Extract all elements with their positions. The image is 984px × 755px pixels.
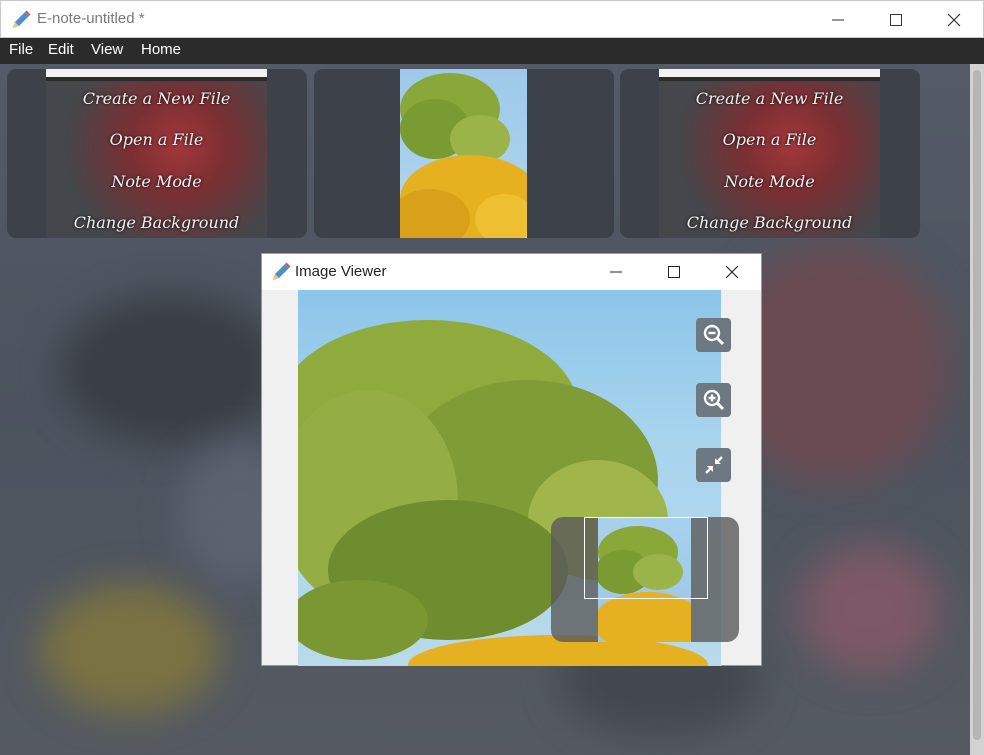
thumbnail-card-1[interactable]: Create a New File Open a File Note Mode … bbox=[7, 69, 307, 238]
zoom-in-icon bbox=[703, 389, 724, 411]
pencil-icon bbox=[273, 262, 291, 280]
zoom-in-button[interactable] bbox=[696, 383, 731, 417]
menu-background-label: Change Background bbox=[686, 213, 853, 232]
menu-note-label: Note Mode bbox=[111, 172, 202, 191]
window-title: E-note-untitled * bbox=[37, 10, 145, 27]
title-bar: E-note-untitled * bbox=[0, 0, 984, 38]
menu-note-label: Note Mode bbox=[724, 172, 815, 191]
navigator-minimap[interactable] bbox=[551, 517, 739, 642]
viewer-close-button[interactable] bbox=[703, 254, 761, 289]
compress-icon bbox=[704, 456, 723, 474]
image-viewer-window: Image Viewer bbox=[261, 253, 762, 666]
vertical-scrollbar[interactable] bbox=[970, 64, 984, 755]
thumbnail-screenshot: Create a New File Open a File Note Mode … bbox=[659, 69, 880, 238]
close-button[interactable] bbox=[925, 1, 983, 38]
zoom-out-icon bbox=[703, 324, 724, 346]
viewer-title: Image Viewer bbox=[295, 263, 387, 280]
viewer-maximize-button[interactable] bbox=[645, 254, 703, 289]
viewport-indicator[interactable] bbox=[584, 517, 708, 599]
minimize-icon bbox=[832, 19, 844, 20]
close-icon bbox=[947, 13, 961, 26]
fit-to-window-button[interactable] bbox=[696, 448, 731, 482]
menu-bar: File Edit View Home bbox=[0, 38, 984, 64]
maximize-icon bbox=[890, 13, 902, 26]
menu-create-label: Create a New File bbox=[82, 89, 231, 108]
minimize-button[interactable] bbox=[809, 1, 867, 38]
zoom-out-button[interactable] bbox=[696, 318, 731, 352]
menu-edit[interactable]: Edit bbox=[48, 41, 74, 58]
thumbnail-card-2[interactable] bbox=[314, 69, 614, 238]
tree-photo-thumbnail bbox=[400, 69, 527, 238]
menu-background-label: Change Background bbox=[73, 213, 240, 232]
maximize-icon bbox=[668, 265, 680, 278]
menu-home[interactable]: Home bbox=[141, 41, 181, 58]
thumbnail-screenshot: Create a New File Open a File Note Mode … bbox=[46, 69, 267, 238]
menu-open-label: Open a File bbox=[109, 130, 204, 149]
thumbnail-card-3[interactable]: Create a New File Open a File Note Mode … bbox=[620, 69, 920, 238]
viewer-title-bar: Image Viewer bbox=[262, 254, 761, 290]
menu-view[interactable]: View bbox=[91, 41, 123, 58]
menu-open-label: Open a File bbox=[722, 130, 817, 149]
menu-create-label: Create a New File bbox=[695, 89, 844, 108]
menu-file[interactable]: File bbox=[9, 41, 33, 58]
close-icon bbox=[725, 265, 739, 278]
viewer-minimize-button[interactable] bbox=[587, 254, 645, 289]
scrollbar-thumb[interactable] bbox=[973, 70, 981, 740]
minimize-icon bbox=[610, 271, 622, 272]
maximize-button[interactable] bbox=[867, 1, 925, 38]
pencil-icon bbox=[13, 10, 31, 28]
